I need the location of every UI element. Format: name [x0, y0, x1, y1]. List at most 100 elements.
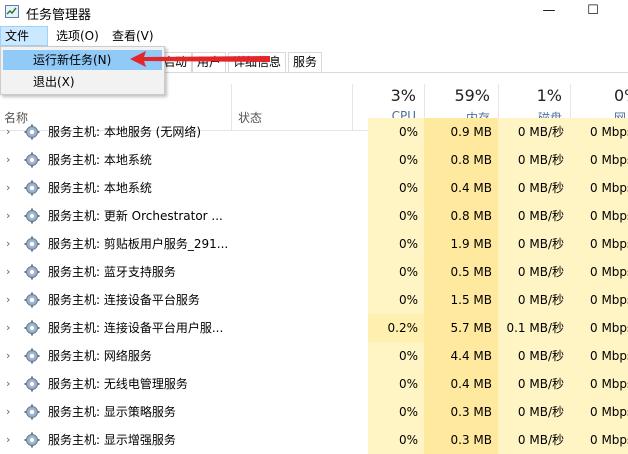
menu-exit[interactable]: 退出(X): [3, 72, 162, 92]
menu-view[interactable]: 查看(V): [108, 26, 158, 46]
process-disk: 0.1 MB/秒: [498, 314, 570, 342]
process-disk: 0 MB/秒: [498, 342, 570, 370]
process-network: 0 Mbps: [570, 398, 628, 426]
process-disk: 0 MB/秒: [498, 398, 570, 426]
process-memory: 0.4 MB: [424, 370, 498, 398]
process-name: 服务主机: 剪贴板用户服务_291...: [48, 237, 229, 251]
menu-bar: 文件(F) 选项(O) 查看(V): [0, 26, 628, 61]
process-memory: 1.9 MB: [424, 230, 498, 258]
process-cpu: 0%: [368, 426, 424, 454]
process-name: 服务主机: 本地系统: [48, 181, 152, 195]
expand-chevron-icon[interactable]: ›: [6, 434, 16, 446]
process-network: 0 Mbps: [570, 258, 628, 286]
menu-file[interactable]: 文件(F): [0, 26, 48, 61]
process-name: 服务主机: 本地系统: [48, 153, 152, 167]
memory-total-percent: 59%: [454, 86, 490, 105]
process-row[interactable]: › 服务主机: 本地服务 (无网络) 0%0.9 MB0 MB/秒0 Mbps: [0, 118, 628, 146]
process-row[interactable]: › 服务主机: 连接设备平台服务 0%1.5 MB0 MB/秒0 Mbps: [0, 286, 628, 314]
expand-chevron-icon[interactable]: ›: [6, 266, 16, 278]
maximize-button[interactable]: ☐: [570, 0, 616, 24]
expand-chevron-icon[interactable]: ›: [6, 406, 16, 418]
expand-chevron-icon[interactable]: ›: [6, 210, 16, 222]
expand-chevron-icon[interactable]: ›: [6, 378, 16, 390]
process-cpu: 0%: [368, 174, 424, 202]
process-disk: 0 MB/秒: [498, 118, 570, 146]
process-cpu: 0%: [368, 370, 424, 398]
process-name: 服务主机: 连接设备平台服务: [48, 293, 200, 307]
process-memory: 5.7 MB: [424, 314, 498, 342]
process-cpu: 0%: [368, 202, 424, 230]
process-row[interactable]: › 服务主机: 网络服务 0%4.4 MB0 MB/秒0 Mbps: [0, 342, 628, 370]
process-memory: 1.5 MB: [424, 286, 498, 314]
process-name: 服务主机: 更新 Orchestrator ...: [48, 209, 223, 223]
process-network: 0 Mbps: [570, 174, 628, 202]
expand-chevron-icon[interactable]: ›: [6, 294, 16, 306]
process-row[interactable]: › 服务主机: 显示增强服务 0%0.3 MB0 MB/秒0 Mbps: [0, 426, 628, 454]
process-cpu: 0%: [368, 146, 424, 174]
process-row[interactable]: › 服务主机: 本地系统 0%0.8 MB0 MB/秒0 Mbps: [0, 146, 628, 174]
menu-options[interactable]: 选项(O): [52, 26, 103, 46]
tab-services[interactable]: 服务: [288, 52, 322, 72]
process-name: 服务主机: 显示增强服务: [48, 433, 176, 447]
process-disk: 0 MB/秒: [498, 426, 570, 454]
service-gear-icon: [24, 376, 40, 392]
process-network: 0 Mbps: [570, 230, 628, 258]
expand-chevron-icon[interactable]: ›: [6, 126, 16, 138]
process-disk: 0 MB/秒: [498, 230, 570, 258]
process-row[interactable]: › 服务主机: 显示策略服务 0%0.3 MB0 MB/秒0 Mbps: [0, 398, 628, 426]
process-disk: 0 MB/秒: [498, 146, 570, 174]
process-disk: 0 MB/秒: [498, 370, 570, 398]
process-cpu: 0%: [368, 398, 424, 426]
service-gear-icon: [24, 292, 40, 308]
process-cpu: 0.2%: [368, 314, 424, 342]
service-gear-icon: [24, 264, 40, 280]
minimize-button[interactable]: —: [526, 0, 572, 24]
expand-chevron-icon[interactable]: ›: [6, 350, 16, 362]
process-network: 0 Mbps: [570, 342, 628, 370]
process-name: 服务主机: 无线电管理服务: [48, 377, 188, 391]
service-gear-icon: [24, 236, 40, 252]
service-gear-icon: [24, 404, 40, 420]
process-row[interactable]: › 服务主机: 无线电管理服务 0%0.4 MB0 MB/秒0 Mbps: [0, 370, 628, 398]
expand-chevron-icon[interactable]: ›: [6, 154, 16, 166]
process-memory: 4.4 MB: [424, 342, 498, 370]
process-cpu: 0%: [368, 286, 424, 314]
task-manager-app-icon: [5, 5, 19, 18]
service-gear-icon: [24, 348, 40, 364]
process-row[interactable]: › 服务主机: 本地系统 0%0.4 MB0 MB/秒0 Mbps: [0, 174, 628, 202]
network-total-percent: 0%: [614, 86, 628, 105]
process-row[interactable]: › 服务主机: 连接设备平台用户服... 0.2% 5.7 MB 0.1 MB/秒 0 M…: [0, 314, 628, 342]
process-network: 0 Mbps: [570, 202, 628, 230]
process-cpu: 0%: [368, 258, 424, 286]
process-row[interactable]: › 服务主机: 更新 Orchestrator ... 0% 0.8 MB 0 MB/秒…: [0, 202, 628, 230]
process-name: 服务主机: 本地服务 (无网络): [48, 125, 202, 139]
process-memory: 0.8 MB: [424, 202, 498, 230]
process-memory: 0.4 MB: [424, 174, 498, 202]
process-name: 服务主机: 连接设备平台用户服...: [48, 321, 224, 335]
service-gear-icon: [24, 208, 40, 224]
process-name: 服务主机: 网络服务: [48, 349, 152, 363]
process-row[interactable]: › 服务主机: 蓝牙支持服务 0%0.5 MB0 MB/秒0 Mbps: [0, 258, 628, 286]
expand-chevron-icon[interactable]: ›: [6, 322, 16, 334]
process-name: 服务主机: 蓝牙支持服务: [48, 265, 176, 279]
service-gear-icon: [24, 320, 40, 336]
disk-total-percent: 1%: [536, 86, 562, 105]
process-memory: 0.3 MB: [424, 426, 498, 454]
process-memory: 0.5 MB: [424, 258, 498, 286]
process-row[interactable]: › 服务主机: 剪贴板用户服务_291... 0% 1.9 MB 0 MB/秒 0 Mbp…: [0, 230, 628, 258]
service-gear-icon: [24, 124, 40, 140]
process-cpu: 0%: [368, 342, 424, 370]
window-title: 任务管理器: [26, 8, 92, 23]
process-network: 0 Mbps: [570, 314, 628, 342]
process-network: 0 Mbps: [570, 426, 628, 454]
service-gear-icon: [24, 152, 40, 168]
process-disk: 0 MB/秒: [498, 286, 570, 314]
expand-chevron-icon[interactable]: ›: [6, 182, 16, 194]
service-gear-icon: [24, 432, 40, 448]
expand-chevron-icon[interactable]: ›: [6, 238, 16, 250]
process-network: 0 Mbps: [570, 118, 628, 146]
process-memory: 0.8 MB: [424, 146, 498, 174]
service-gear-icon: [24, 180, 40, 196]
process-memory: 0.3 MB: [424, 398, 498, 426]
red-arrow-icon: [130, 51, 270, 67]
